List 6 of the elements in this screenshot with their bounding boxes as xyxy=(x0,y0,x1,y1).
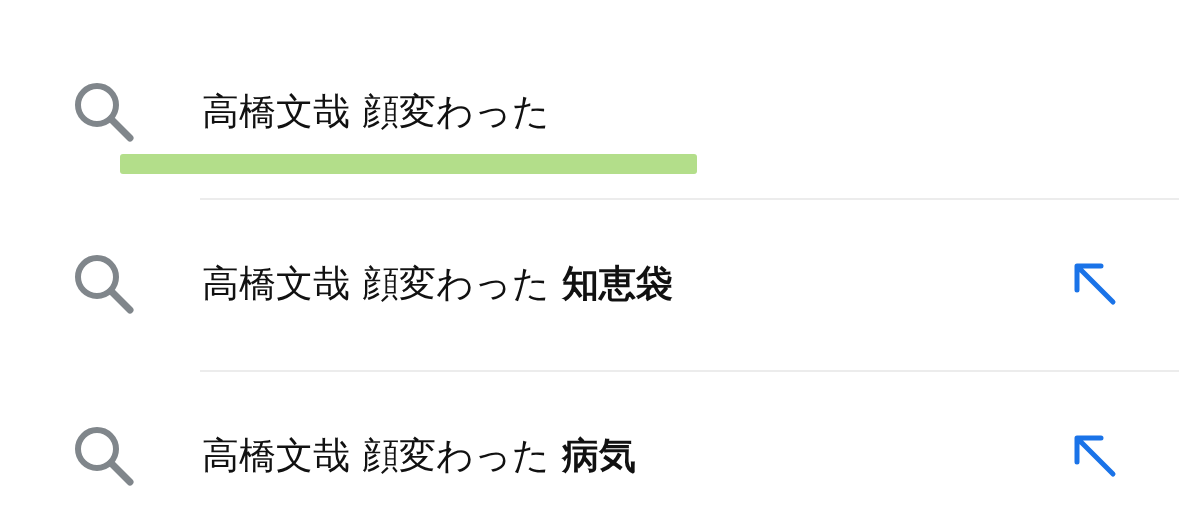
search-icon xyxy=(72,424,136,488)
search-icon xyxy=(72,80,136,144)
search-icon xyxy=(72,252,136,316)
suggestion-text[interactable]: 高橋文哉 顔変わった 病気 xyxy=(202,431,636,481)
suggestion-text[interactable]: 高橋文哉 顔変わった 知恵袋 xyxy=(202,259,673,309)
suggestion-text[interactable]: 高橋文哉 顔変わった xyxy=(202,87,550,137)
